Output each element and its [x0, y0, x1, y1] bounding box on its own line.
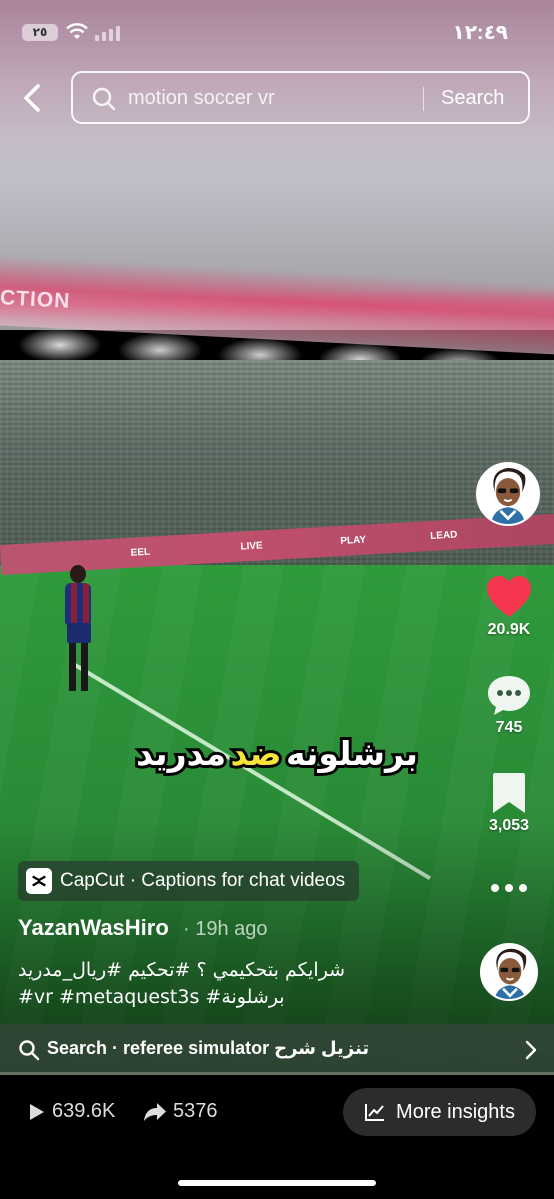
chevron-right-icon [525, 1040, 537, 1060]
share-icon [144, 1102, 166, 1121]
more-options-icon[interactable] [487, 878, 531, 898]
post-username[interactable]: YazanWasHiro [18, 915, 169, 941]
ad-sign: LEAD [429, 529, 458, 542]
comment-count: 745 [495, 719, 523, 736]
video-caption-overlay: برشلونه ضد مدريد [0, 731, 554, 776]
avatar-illustration [478, 464, 538, 524]
anchor-label: CapCut · Captions for chat videos [60, 870, 346, 891]
related-search-label: Search · referee simulator تنزيل شرح [47, 1038, 370, 1058]
status-time: ١٢:٤٩ [452, 22, 509, 44]
comment-button[interactable]: 745 [474, 673, 544, 737]
search-bar[interactable]: motion soccer vr Search [71, 71, 530, 124]
battery-indicator: ٢٥ [22, 24, 58, 41]
search-icon [19, 1040, 40, 1061]
share-count-stat: 5376 [143, 1100, 218, 1123]
search-divider [423, 87, 424, 111]
ad-sign: PLAY [340, 534, 367, 547]
back-icon[interactable] [18, 80, 48, 116]
wifi-icon [66, 23, 88, 39]
caption-word: مدريد [133, 731, 229, 776]
sound-avatar[interactable] [480, 943, 538, 1001]
signal-icon [95, 26, 120, 41]
ad-sign: EEL [130, 546, 151, 559]
play-count: 639.6K [52, 1100, 116, 1122]
play-icon [30, 1103, 44, 1120]
more-insights-button[interactable]: More insights [343, 1088, 536, 1136]
caption-word: برشلونه [283, 731, 421, 776]
capcut-icon [26, 868, 52, 894]
insights-label: More insights [396, 1100, 515, 1123]
home-indicator[interactable] [178, 1180, 376, 1186]
related-search-bar[interactable]: Search · referee simulator تنزيل شرح [0, 1024, 554, 1075]
like-button[interactable]: 20.9K [474, 575, 544, 639]
search-input[interactable]: motion soccer vr [128, 86, 275, 110]
player-figure [60, 565, 100, 705]
post-time: · 19h ago [183, 918, 268, 940]
search-button[interactable]: Search [441, 86, 504, 110]
status-bar: ٢٥ ١٢:٤٩ [0, 0, 554, 60]
bottom-analytics-bar: 639.6K 5376 More insights [0, 1075, 554, 1199]
ad-sign: LIVE [240, 540, 263, 553]
creator-avatar[interactable] [476, 462, 540, 526]
video-player[interactable]: CTION EEL LIVE PLAY LEAD برشلونه ضد مدري… [0, 0, 554, 1075]
capcut-anchor[interactable]: CapCut · Captions for chat videos [18, 861, 360, 901]
save-count: 3,053 [488, 817, 530, 834]
like-count: 20.9K [487, 621, 531, 638]
search-icon [92, 87, 116, 111]
bookmark-icon [493, 773, 525, 813]
save-button[interactable]: 3,053 [474, 771, 544, 835]
share-count: 5376 [173, 1100, 218, 1122]
comment-icon [488, 676, 530, 715]
post-description-line2: #vr #metaquest3s #برشلونة [18, 986, 285, 1008]
caption-highlight-word: ضد [228, 731, 285, 776]
heart-icon [487, 576, 531, 617]
post-description-line1: شرايكم بتحكيمي ؟ #تحكيم #ريال_مدريد [18, 959, 346, 981]
play-count-stat: 639.6K [26, 1100, 115, 1123]
chart-icon [365, 1104, 385, 1121]
